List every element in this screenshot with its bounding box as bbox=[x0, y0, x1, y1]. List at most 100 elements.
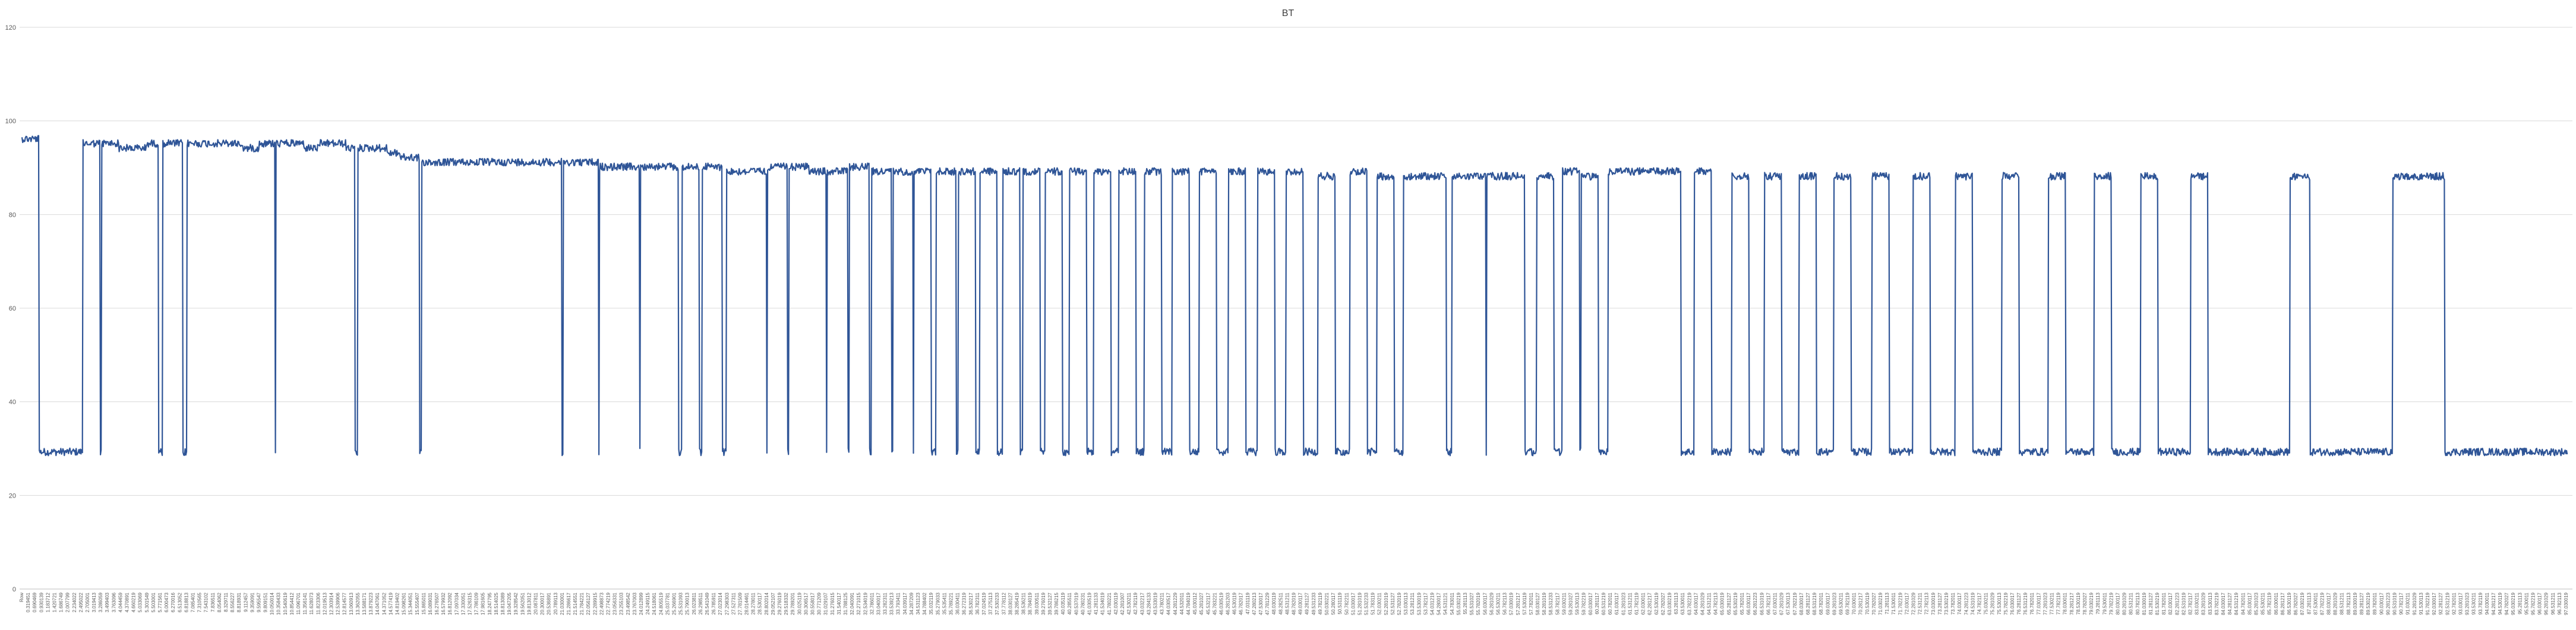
x-tick-label: 81.281127 bbox=[2148, 592, 2154, 615]
x-tick-label: 0.930139 bbox=[39, 592, 44, 612]
x-tick-label: 46.030519 bbox=[1218, 592, 1224, 615]
x-tick-label: 20.300017 bbox=[540, 592, 545, 615]
x-tick-label: 95.530011 bbox=[2524, 592, 2529, 615]
x-tick-label: 32.271015 bbox=[856, 592, 861, 615]
x-tick-label: 76.531219 bbox=[2023, 592, 2028, 615]
x-tick-label: 11.356141 bbox=[302, 592, 308, 615]
x-tick-label: 53.530019 bbox=[1416, 592, 1422, 615]
x-tick-label: 86.782027 bbox=[2293, 592, 2299, 615]
x-tick-label: 64.531211 bbox=[1707, 592, 1712, 615]
y-axis-ticks: 0 20 40 60 80 100 120 bbox=[5, 24, 16, 593]
x-tick-label: 74.531019 bbox=[1970, 592, 1975, 615]
x-tick-label: 20.536891 bbox=[547, 592, 552, 615]
x-tick-label: 54.280017 bbox=[1437, 592, 1442, 615]
x-tick-label: 28.278011 bbox=[751, 592, 756, 615]
series-line-bt bbox=[21, 135, 2568, 457]
x-tick-label: 94.281217 bbox=[2491, 592, 2496, 615]
x-tick-label: 70.530119 bbox=[1865, 592, 1870, 615]
x-tick-label: 96.030117 bbox=[2537, 592, 2543, 615]
x-tick-label: 15.344051 bbox=[408, 592, 413, 615]
x-tick-label: 80.030117 bbox=[2115, 592, 2120, 615]
x-tick-label: 10.050014 bbox=[270, 592, 275, 615]
x-tick-label: 45.030112 bbox=[1192, 592, 1198, 615]
x-tick-label: 91.030211 bbox=[2405, 592, 2411, 615]
x-tick-label: 88.281029 bbox=[2333, 592, 2338, 615]
x-tick-label: 40.537019 bbox=[1074, 592, 1079, 615]
x-tick-label: 87.782219 bbox=[2319, 592, 2325, 615]
x-tick-label: 29.052107 bbox=[771, 592, 776, 615]
x-tick-label: 39.276019 bbox=[1041, 592, 1046, 615]
x-tick-label: 6.000473 bbox=[164, 592, 169, 612]
x-tick-label: 36.030411 bbox=[955, 592, 961, 615]
x-tick-label: 70.281217 bbox=[1858, 592, 1864, 615]
line-chart: 0 20 40 60 80 100 120 Row 0.319451 0.690469 0.930… bbox=[5, 8, 2572, 615]
x-tick-label: 55.030219 bbox=[1456, 592, 1461, 615]
x-tick-label: 78.281217 bbox=[2069, 592, 2075, 615]
x-tick-label: 66.531019 bbox=[1759, 592, 1764, 615]
x-tick-label: 24.249115 bbox=[645, 592, 651, 615]
x-tick-label: 63.530011 bbox=[1680, 592, 1685, 615]
x-tick-label: 90.281223 bbox=[2385, 592, 2391, 615]
x-axis-ticks: Row 0.319451 0.690469 0.930139 1.183712 1.420… bbox=[19, 592, 2569, 615]
x-tick-label: 72.531211 bbox=[1918, 592, 1923, 615]
x-tick-label: 29.518332 bbox=[784, 592, 789, 615]
x-tick-label: 52.030211 bbox=[1377, 592, 1382, 615]
x-tick-label: 75.530113 bbox=[1997, 592, 2002, 615]
x-tick-label: 12.303914 bbox=[329, 592, 334, 615]
x-tick-label: 7.836511 bbox=[210, 592, 216, 612]
x-tick-label: 89.782011 bbox=[2372, 592, 2378, 615]
x-tick-label: 90.782117 bbox=[2399, 592, 2404, 615]
x-tick-label: 13.362055 bbox=[355, 592, 361, 615]
x-tick-label: 84.531219 bbox=[2234, 592, 2239, 615]
x-tick-label: 33.282311 bbox=[883, 592, 888, 615]
x-tick-label: 11.628073 bbox=[309, 592, 314, 615]
x-tick-label: 69.281023 bbox=[1832, 592, 1837, 615]
x-tick-label: 14.371052 bbox=[381, 592, 387, 615]
x-tick-label: 44.281229 bbox=[1173, 592, 1178, 615]
x-tick-label: 83.530113 bbox=[2208, 592, 2213, 615]
x-tick-label: 77.281023 bbox=[2043, 592, 2048, 615]
x-tick-label: 57.530119 bbox=[1522, 592, 1527, 615]
x-tick-label: 4.660219 bbox=[131, 592, 137, 612]
x-tick-label: 23.498542 bbox=[626, 592, 631, 615]
x-tick-label: 31.540117 bbox=[836, 592, 842, 615]
x-tick-label: 68.030017 bbox=[1799, 592, 1804, 615]
x-tick-label: 9.809151 bbox=[263, 592, 269, 612]
x-tick-label: 13.588171 bbox=[362, 592, 367, 615]
x-tick-label: 48.030119 bbox=[1271, 592, 1277, 615]
x-tick-label: 91.782219 bbox=[2425, 592, 2430, 615]
x-tick-label: 26.541049 bbox=[705, 592, 710, 615]
x-tick-label: 10.358433 bbox=[276, 592, 282, 615]
x-tick-label: 27.023014 bbox=[718, 592, 723, 615]
x-tick-label: 57.281217 bbox=[1516, 592, 1521, 615]
x-tick-label: 19.047205 bbox=[507, 592, 512, 615]
x-tick-label: 59.030211 bbox=[1561, 592, 1567, 615]
x-tick-label: 77.530211 bbox=[2050, 592, 2055, 615]
x-tick-label: 71.030219 bbox=[1878, 592, 1883, 615]
x-tick-label: 53.782117 bbox=[1423, 592, 1428, 615]
x-tick-label: 38.784019 bbox=[1028, 592, 1033, 615]
x-tick-label: 6.270016 bbox=[171, 592, 176, 612]
x-tick-label: 56.782113 bbox=[1502, 592, 1508, 615]
x-tick-label: 32.786011 bbox=[869, 592, 875, 615]
x-tick-label: 68.281127 bbox=[1805, 592, 1811, 615]
x-tick-label: 69.782119 bbox=[1845, 592, 1851, 615]
series bbox=[21, 135, 2568, 457]
x-tick-label: 50.531119 bbox=[1337, 592, 1343, 614]
x-tick-label: 36.272319 bbox=[962, 592, 967, 615]
x-tick-label: 39.786215 bbox=[1054, 592, 1059, 615]
x-tick-label: 85.030117 bbox=[2247, 592, 2252, 615]
x-tick-label: 65.030019 bbox=[1720, 592, 1725, 615]
x-tick-label: 2.495022 bbox=[78, 592, 84, 612]
x-tick-label: 77.782119 bbox=[2056, 592, 2062, 615]
x-tick-label: 29.276019 bbox=[777, 592, 782, 615]
x-tick-label: 51.030017 bbox=[1350, 592, 1356, 615]
x-tick-label: 85.281023 bbox=[2253, 592, 2259, 615]
x-tick-label: 91.281029 bbox=[2412, 592, 2417, 615]
x-tick-label: 71.281113 bbox=[1884, 592, 1890, 614]
x-tick-label: 75.281029 bbox=[1990, 592, 1996, 615]
x-tick-label: 51.532233 bbox=[1364, 592, 1369, 615]
x-tick-label: 53.030113 bbox=[1403, 592, 1409, 615]
x-tick-label: 23.056331 bbox=[613, 592, 618, 615]
x-tick-label: 27.298303 bbox=[724, 592, 730, 615]
